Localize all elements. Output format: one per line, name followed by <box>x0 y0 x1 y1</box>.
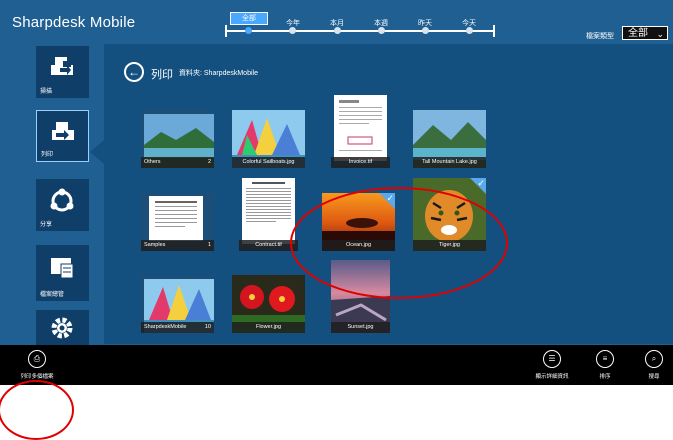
filetype-label: 檔案類型 <box>586 33 614 40</box>
page-title: 列印 <box>151 69 173 81</box>
tile-count: 1 <box>207 242 211 248</box>
slider-stop-this-week[interactable] <box>378 27 385 34</box>
selected-check: ✓ <box>470 178 486 194</box>
tile-caption: SharpdeskMobile <box>141 322 214 333</box>
slider-start-cap <box>225 25 227 37</box>
slider-stop-yesterday[interactable] <box>422 27 429 34</box>
annotation-circle-selection <box>290 187 508 299</box>
invoice-thumbnail <box>334 95 387 161</box>
back-arrow-icon: ← <box>128 65 140 79</box>
scan-icon <box>51 57 73 75</box>
selection-pointer <box>90 140 104 164</box>
back-button[interactable]: ← <box>124 62 144 82</box>
sidebar-item-label: 檔案總管 <box>40 292 65 298</box>
print-multiple-label: 列印多個檔案 <box>20 374 54 380</box>
details-icon: ☰ <box>543 350 561 368</box>
slider-label-yesterday[interactable]: 昨天 <box>418 18 432 28</box>
show-details-label: 顯示詳細資訊 <box>535 374 569 380</box>
folder-tile-samples[interactable]: Samples 1 <box>141 193 214 251</box>
sidebar-item-label: 分享 <box>40 222 53 228</box>
app-window: Sharpdesk Mobile 全部 今年 本月 本週 昨天 今天 檔案類型 … <box>0 0 673 345</box>
sidebar-item-label: 掃描 <box>40 89 53 95</box>
checkmark-icon: ✓ <box>477 178 485 188</box>
file-tile-tall-mountain-lake[interactable]: Tall Mountain Lake.jpg <box>413 110 486 168</box>
tile-caption: Samples <box>141 240 214 251</box>
search-icon: ⌕ <box>645 350 663 368</box>
sidebar-item-settings[interactable] <box>36 310 89 345</box>
filetype-value: 全部 <box>628 28 648 39</box>
sort-label: 排序 <box>599 374 611 380</box>
document-lines <box>339 100 382 151</box>
file-tile-invoice[interactable]: Invoice.tif <box>331 95 390 168</box>
chevron-down-icon: ⌄ <box>656 29 664 39</box>
search-button[interactable]: ⌕ 搜尋 <box>634 350 673 380</box>
annotation-circle-print-button <box>0 380 74 440</box>
sidebar-item-file-manager[interactable]: 檔案總管 <box>36 245 89 301</box>
sidebar-item-scan[interactable]: 掃描 <box>36 46 89 98</box>
tile-caption: Tall Mountain Lake.jpg <box>413 157 486 168</box>
tile-count: 2 <box>207 159 211 165</box>
date-filter-slider[interactable] <box>225 25 495 37</box>
slider-stop-all[interactable] <box>245 27 252 34</box>
tile-caption: Flower.jpg <box>232 322 305 333</box>
slider-label-this-year[interactable]: 今年 <box>286 18 300 28</box>
sort-button[interactable]: ≡ 排序 <box>585 350 625 380</box>
tile-count: 10 <box>204 324 211 330</box>
print-multiple-button[interactable]: ⎙ 列印多個檔案 <box>17 350 57 380</box>
sidebar-item-print[interactable]: 列印 <box>36 110 89 162</box>
folder-tile-others[interactable]: Others 2 <box>141 110 214 168</box>
settings-icon <box>51 317 73 339</box>
slider-stop-this-year[interactable] <box>289 27 296 34</box>
sort-icon: ≡ <box>596 350 614 368</box>
slider-stop-this-month[interactable] <box>334 27 341 34</box>
slider-active-label[interactable]: 全部 <box>230 12 268 25</box>
print-multiple-icon: ⎙ <box>28 350 46 368</box>
samples-document-preview <box>149 196 203 241</box>
header: Sharpdesk Mobile 全部 今年 本月 本週 昨天 今天 檔案類型 … <box>0 0 673 44</box>
document-lines <box>155 201 197 227</box>
search-label: 搜尋 <box>648 374 660 380</box>
folder-path: 資料夾: SharpdeskMobile <box>179 70 258 77</box>
slider-label-this-month[interactable]: 本月 <box>330 18 344 28</box>
file-tile-colorful-sailboats[interactable]: Colorful Sailboats.jpg <box>232 110 305 168</box>
slider-label-this-week[interactable]: 本週 <box>374 18 388 28</box>
tile-caption: Sunset.jpg <box>331 322 390 333</box>
contract-thumbnail <box>242 178 295 244</box>
show-details-button[interactable]: ☰ 顯示詳細資訊 <box>532 350 572 380</box>
print-icon <box>52 122 74 140</box>
folder-tile-sharpdeskmobile[interactable]: SharpdeskMobile 10 <box>141 275 214 333</box>
slider-stop-today[interactable] <box>466 27 473 34</box>
tile-caption: Others <box>141 157 214 168</box>
tile-caption: Colorful Sailboats.jpg <box>232 157 305 168</box>
filetype-dropdown[interactable]: 全部 ⌄ <box>622 26 668 40</box>
file-manager-icon <box>51 258 74 279</box>
share-icon <box>50 188 74 212</box>
file-tile-flower[interactable]: Flower.jpg <box>232 275 305 333</box>
tile-caption: Invoice.tif <box>331 157 390 168</box>
document-lines <box>246 182 291 222</box>
slider-end-cap <box>493 25 495 37</box>
sidebar-item-share[interactable]: 分享 <box>36 179 89 231</box>
sidebar-item-label: 列印 <box>41 152 54 158</box>
bottom-app-bar: ⎙ 列印多個檔案 ☰ 顯示詳細資訊 ≡ 排序 ⌕ 搜尋 <box>0 345 673 385</box>
app-title: Sharpdesk Mobile <box>12 14 136 31</box>
slider-label-today[interactable]: 今天 <box>462 18 476 28</box>
